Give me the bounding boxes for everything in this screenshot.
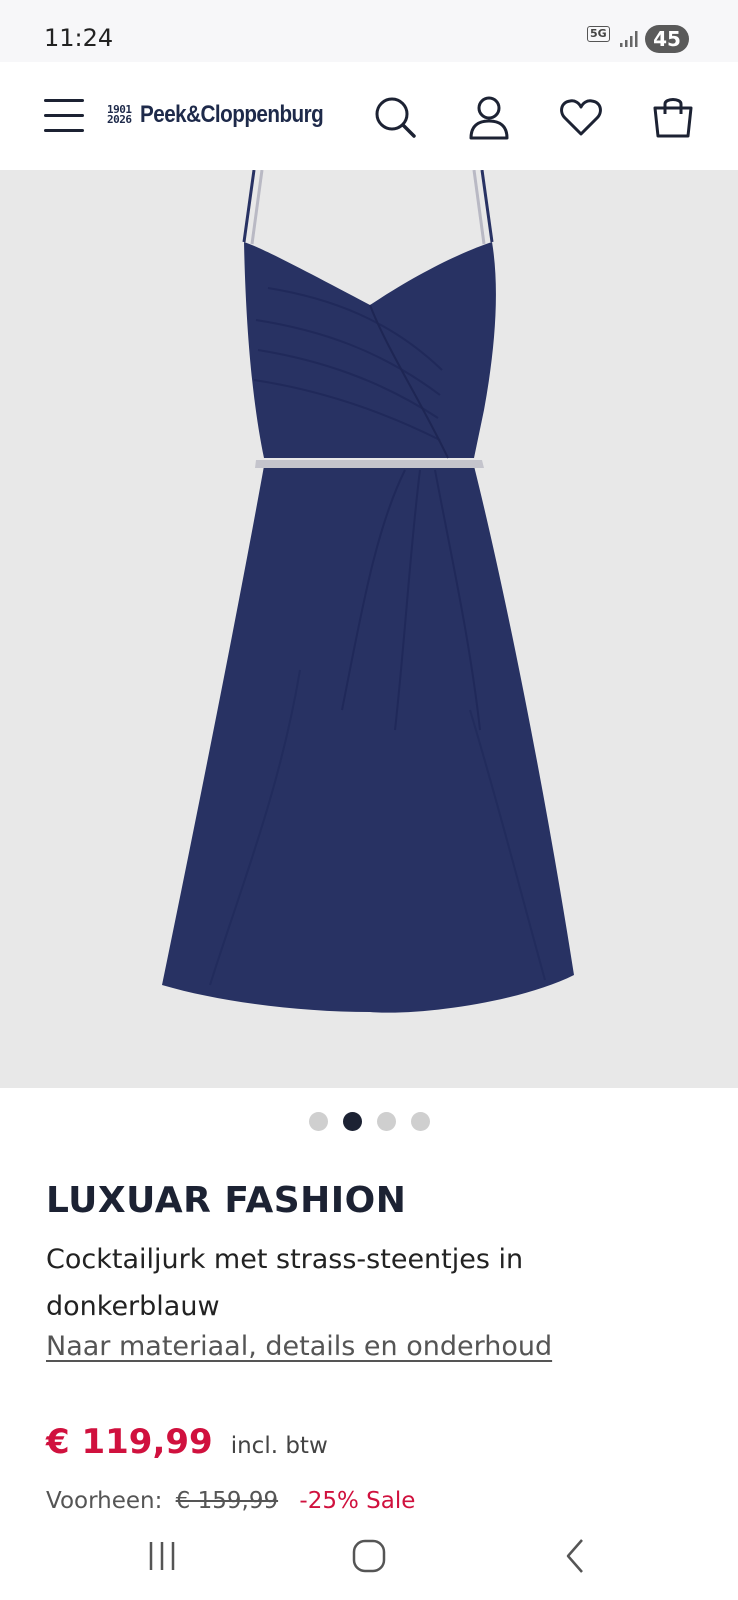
product-brand[interactable]: LUXUAR FASHION [46,1180,406,1221]
product-image[interactable] [0,170,738,1088]
carousel-dot[interactable] [410,1112,430,1131]
system-nav-bar [0,1512,738,1600]
carousel-dot[interactable] [376,1112,396,1131]
network-type-icon: 5G [587,26,610,42]
previous-price-row: Voorheen: € 159,99 -25% Sale [46,1488,415,1512]
previous-price: € 159,99 [175,1488,279,1512]
product-title: Cocktailjurk met strass-steentjes in don… [46,1244,524,1322]
battery-icon: 45 [645,25,689,53]
status-time: 11:24 [44,24,114,52]
account-icon[interactable] [466,94,512,140]
previous-label: Voorheen: [46,1488,163,1512]
price-row: € 119,99 incl. btw [46,1422,328,1466]
carousel-dots [0,1112,738,1132]
current-price: € 119,99 [46,1422,213,1462]
site-header: 1901 2026 Peek&Cloppenburg [0,62,738,170]
discount-badge: -25% Sale [299,1488,416,1512]
back-icon[interactable] [551,1534,601,1578]
vat-label: incl. btw [230,1433,328,1459]
home-icon[interactable] [344,1534,394,1578]
recent-apps-icon[interactable] [137,1534,187,1578]
logo-years: 1901 2026 [107,103,132,126]
logo-name: Peek&Cloppenburg [139,101,324,128]
signal-icon [620,31,638,47]
search-icon[interactable] [372,94,418,140]
shopping-bag-icon[interactable] [650,94,696,140]
carousel-dot-active[interactable] [342,1112,362,1131]
status-bar: 11:24 5G 45 [0,0,738,62]
carousel-dot[interactable] [308,1112,328,1131]
menu-icon[interactable] [44,99,84,133]
heart-icon[interactable] [558,94,604,140]
details-link[interactable]: Naar materiaal, details en onderhoud [46,1331,552,1362]
brand-logo[interactable]: 1901 2026 Peek&Cloppenburg [107,98,353,132]
dress-illustration [162,170,574,1013]
